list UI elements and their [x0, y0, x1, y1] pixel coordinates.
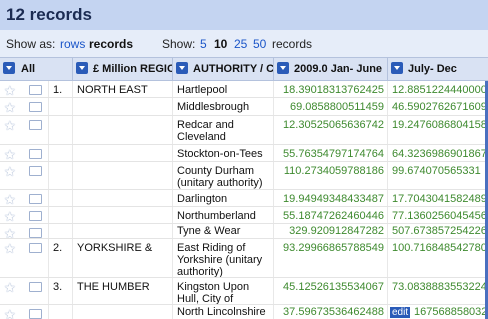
jan-june-cell: 110.2734059788186 [283, 165, 384, 177]
col-header-authority[interactable]: AUTHORITY / C [173, 58, 274, 80]
comment-icon[interactable] [29, 243, 42, 253]
authority-cell: Tyne & Wear [177, 225, 241, 237]
star-icon[interactable]: ★ [4, 280, 16, 296]
show-25-link[interactable]: 25 [234, 37, 247, 51]
jan-june-cell: 45.12526135534067 [283, 281, 384, 293]
column-header-row: All £ Million REGIO AUTHORITY / C 2009.0… [0, 57, 488, 81]
comment-icon[interactable] [29, 282, 42, 292]
table-row: ★ Stockton-on-Tees 55.76354797174764 64.… [0, 145, 488, 162]
authority-cell: Darlington [177, 193, 228, 205]
dropdown-icon[interactable] [3, 62, 15, 74]
table-row: ★ Tyne & Wear 329.920912847282 507.67385… [0, 224, 488, 239]
view-rows-link[interactable]: rows [60, 37, 85, 51]
star-icon[interactable]: ★ [4, 307, 16, 319]
jan-june-cell: 329.920912847282 [289, 225, 384, 237]
authority-cell: Middlesbrough [177, 101, 250, 113]
show-5-link[interactable]: 5 [200, 37, 207, 51]
jan-june-cell: 37.59673536462488 [283, 306, 384, 318]
show-as-label: Show as: [6, 37, 56, 51]
jan-june-cell: 69.0858800511459 [289, 101, 384, 113]
comment-icon[interactable] [29, 211, 42, 221]
col-header-july-dec[interactable]: July- Dec [388, 58, 488, 80]
table-row: ★ 3. THE HUMBER Kingston Upon Hull, City… [0, 278, 488, 305]
comment-icon[interactable] [29, 149, 42, 159]
july-dec-cell: 99.674070565331 [392, 165, 481, 177]
view-records-selected: records [89, 37, 134, 51]
july-dec-cell: 64.3236986901867 [392, 148, 487, 160]
authority-cell: County Durham (unitary authority) [177, 165, 263, 189]
july-dec-cell: 73.0838883553224 [392, 281, 487, 293]
region-cell: NORTH EAST [77, 84, 148, 96]
edit-button[interactable]: edit [390, 307, 411, 318]
authority-cell: Hartlepool [177, 84, 228, 96]
authority-cell: Stockton-on-Tees [177, 148, 263, 160]
table-row: ★ Middlesbrough 69.0858800511459 46.5902… [0, 98, 488, 116]
row-index: 2. [53, 242, 63, 254]
comment-icon[interactable] [29, 166, 42, 176]
region-cell: YORKSHIRE & [77, 242, 153, 254]
star-icon[interactable]: ★ [4, 100, 16, 115]
col-header-region[interactable]: £ Million REGIO [73, 58, 173, 80]
table-row: ★ 1. NORTH EAST Hartlepool 18.3901831376… [0, 81, 488, 98]
star-icon[interactable]: ★ [4, 83, 16, 97]
dropdown-icon[interactable] [176, 62, 188, 74]
dropdown-icon[interactable] [76, 62, 88, 74]
authority-cell: North Lincolnshire [177, 306, 266, 318]
authority-cell: Kingston Upon Hull, City of [177, 281, 250, 304]
authority-cell: Northumberland [177, 210, 256, 222]
region-cell: THE HUMBER [77, 281, 150, 293]
row-index: 3. [53, 281, 63, 293]
authority-cell: East Riding of Yorkshire (unitary author… [177, 242, 263, 277]
comment-icon[interactable] [29, 102, 42, 112]
comment-icon[interactable] [29, 85, 42, 95]
comment-icon[interactable] [29, 194, 42, 204]
july-dec-cell: 77.1360256045456 [392, 210, 487, 222]
july-dec-cell: 19.2476086804158 [392, 119, 487, 131]
comment-icon[interactable] [29, 228, 42, 238]
jan-june-cell: 55.76354797174764 [283, 148, 384, 160]
star-icon[interactable]: ★ [4, 209, 16, 223]
july-dec-cell: 46.5902762671609 [392, 101, 487, 113]
show-50-link[interactable]: 50 [253, 37, 266, 51]
star-icon[interactable]: ★ [4, 164, 16, 180]
col-header-jan-june[interactable]: 2009.0 Jan- June [274, 58, 388, 80]
star-icon[interactable]: ★ [4, 118, 16, 134]
jan-june-cell: 12.30525065636742 [283, 119, 384, 131]
jan-june-cell: 93.29966865788549 [283, 242, 384, 254]
star-icon[interactable]: ★ [4, 226, 16, 238]
row-index: 1. [53, 84, 63, 96]
show-count-label: Show: [162, 37, 196, 51]
dropdown-icon[interactable] [277, 62, 289, 74]
july-dec-cell: 507.673857254226 [392, 225, 487, 237]
jan-june-cell: 55.18747262460446 [283, 210, 384, 222]
star-icon[interactable]: ★ [4, 241, 16, 257]
dropdown-icon[interactable] [391, 62, 403, 74]
show-records-suffix: records [272, 37, 313, 51]
table-row: ★ 2. YORKSHIRE & East Riding of Yorkshir… [0, 239, 488, 278]
table-row: ★ Redcar and Cleveland 12.30525065636742… [0, 116, 488, 145]
star-icon[interactable]: ★ [4, 192, 16, 206]
table-row: ★ Darlington 19.94949348433487 17.704304… [0, 190, 488, 207]
table-row: ★ Northumberland 55.18747262460446 77.13… [0, 207, 488, 224]
col-header-all[interactable]: All [0, 58, 73, 80]
table-row: ★ North Lincolnshire 37.59673536462488 e… [0, 305, 488, 319]
comment-icon[interactable] [29, 309, 42, 319]
view-options-bar: Show as: rows records Show: 5 10 25 50 r… [0, 30, 488, 57]
comment-icon[interactable] [29, 120, 42, 130]
authority-cell: Redcar and Cleveland [177, 119, 234, 143]
jan-june-cell: 19.94949348433487 [283, 193, 384, 205]
july-dec-cell: 17.7043041582489 [392, 193, 487, 205]
show-10-selected: 10 [214, 37, 228, 51]
header-bar: 12 records [0, 0, 488, 30]
july-dec-cell: 100.7168485427808 [392, 242, 488, 254]
july-dec-cell: 167568858032 [414, 306, 488, 318]
jan-june-cell: 18.39018313762425 [283, 84, 384, 96]
star-icon[interactable]: ★ [4, 147, 16, 161]
july-dec-cell: 12.8851224440000 [392, 84, 487, 96]
page-title: 12 records [6, 5, 92, 24]
table-row: ★ County Durham (unitary authority) 110.… [0, 162, 488, 190]
